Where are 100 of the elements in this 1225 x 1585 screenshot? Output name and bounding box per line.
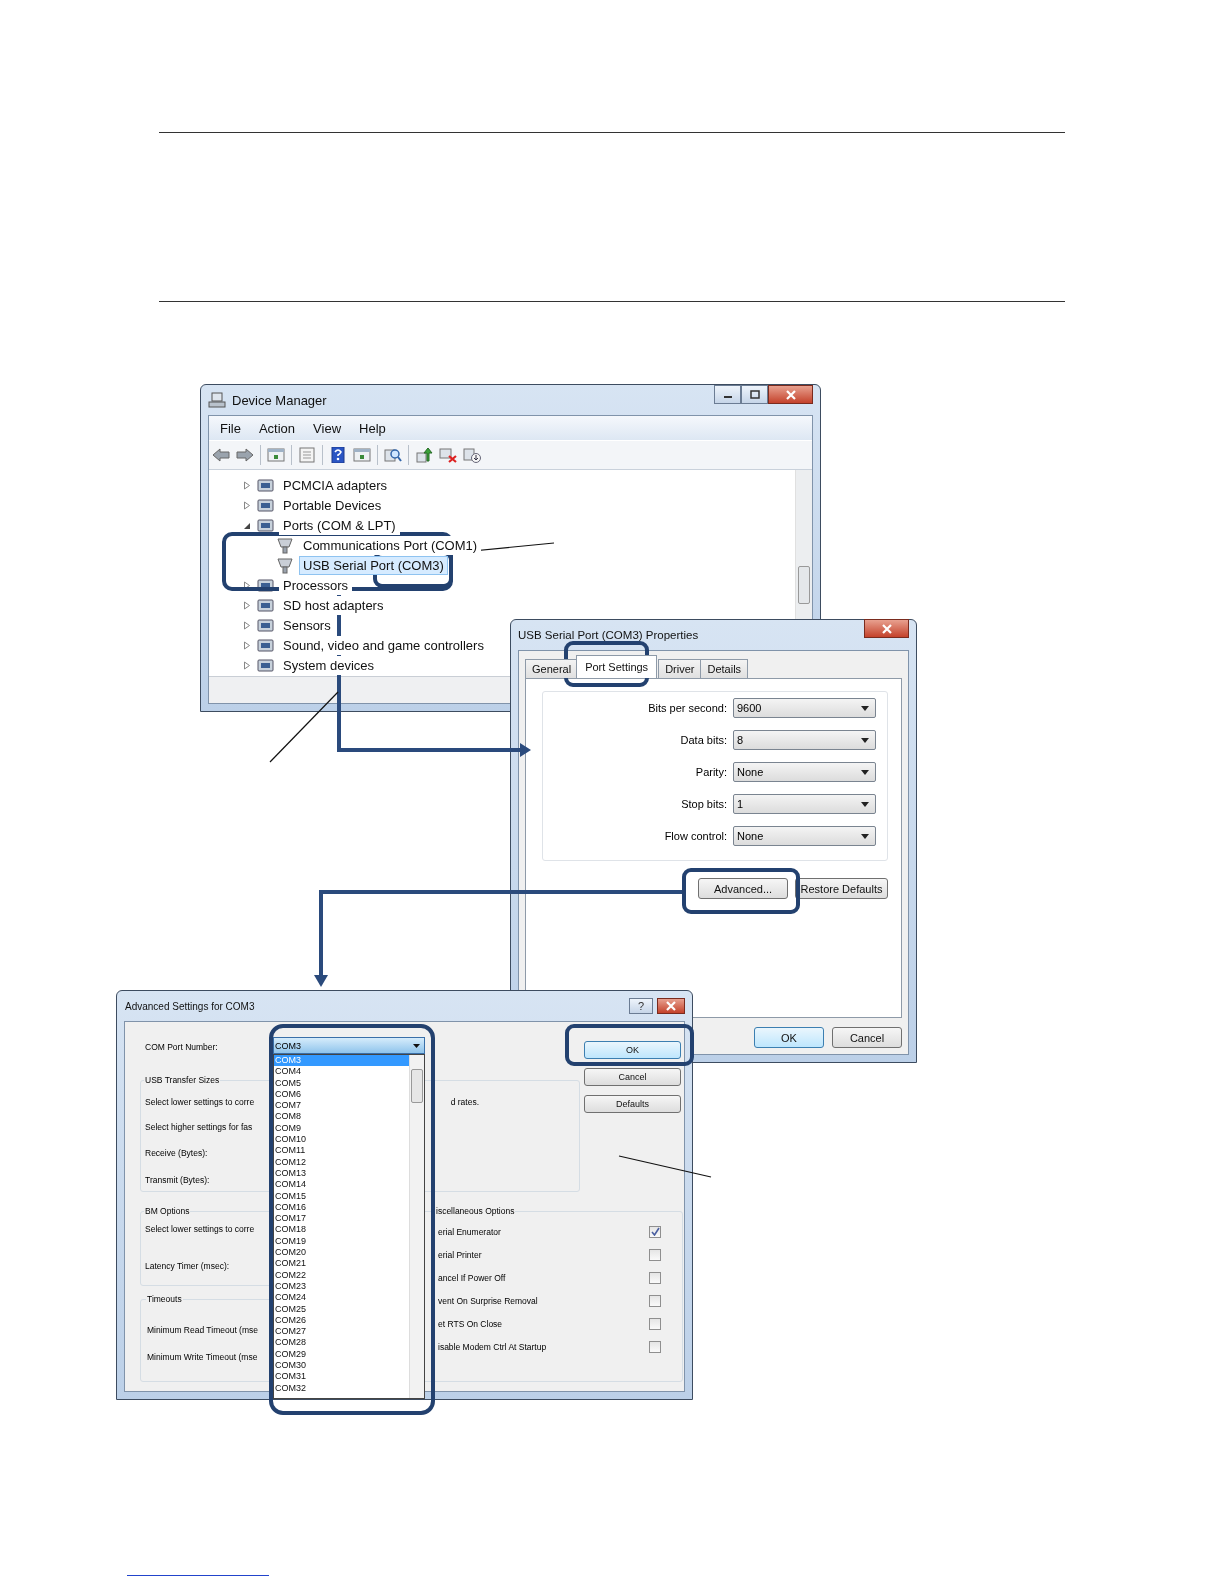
window-title: Advanced Settings for COM3: [125, 1000, 255, 1012]
field-label: Flow control:: [664, 830, 727, 842]
dropdown-option[interactable]: COM4: [274, 1066, 409, 1078]
dropdown-option[interactable]: COM20: [274, 1247, 409, 1259]
checkbox[interactable]: [649, 1248, 661, 1261]
dropdown-option[interactable]: COM5: [274, 1077, 409, 1089]
minimize-button[interactable]: [714, 385, 741, 404]
dropdown-option[interactable]: COM17: [274, 1213, 409, 1225]
dropdown-option[interactable]: COM24: [274, 1292, 409, 1304]
upload-icon[interactable]: [415, 447, 433, 463]
device-icon: [257, 517, 274, 533]
device-icon: [257, 597, 274, 613]
dialog-button[interactable]: Restore Defaults: [795, 878, 888, 899]
dropdown-option[interactable]: COM30: [274, 1360, 409, 1372]
dropdown-option[interactable]: COM19: [274, 1235, 409, 1248]
panel-icon[interactable]: [267, 447, 285, 463]
description-text: d rates.: [450, 1096, 479, 1107]
forward-icon[interactable]: [236, 447, 254, 463]
dropdown-field[interactable]: None: [733, 762, 876, 782]
download-icon[interactable]: [463, 447, 481, 463]
option-label: isable Modem Ctrl At Startup: [438, 1341, 547, 1352]
device-icon: [257, 617, 274, 633]
option-label: erial Enumerator: [438, 1226, 501, 1237]
dropdown-option[interactable]: COM7: [274, 1100, 409, 1112]
dropdown-field[interactable]: None: [733, 826, 876, 846]
dropdown-field[interactable]: COM3: [273, 1037, 425, 1054]
dropdown-option[interactable]: COM28: [274, 1337, 409, 1349]
checkbox[interactable]: [649, 1271, 661, 1284]
port-icon: [276, 536, 294, 554]
dropdown-option[interactable]: COM23: [274, 1280, 409, 1293]
option-label: et RTS On Close: [438, 1318, 503, 1329]
dropdown-option[interactable]: COM15: [274, 1190, 409, 1202]
dropdown-option[interactable]: COM25: [274, 1303, 409, 1315]
group-title: USB Transfer Sizes: [144, 1075, 221, 1085]
dropdown-field[interactable]: 1: [733, 794, 876, 814]
panel-icon[interactable]: [353, 447, 371, 463]
close-button[interactable]: [768, 385, 813, 404]
dropdown-option[interactable]: COM22: [274, 1269, 409, 1281]
dialog-button[interactable]: Advanced...: [698, 878, 788, 899]
close-icon: [880, 623, 893, 634]
back-icon[interactable]: [212, 447, 230, 463]
dropdown-option[interactable]: COM27: [274, 1326, 409, 1338]
caret-icon: [861, 833, 869, 839]
field-label: Latency Timer (msec):: [145, 1260, 230, 1271]
dropdown-option[interactable]: COM14: [274, 1179, 409, 1191]
menu-item[interactable]: Action: [249, 420, 305, 436]
menu-item[interactable]: File: [211, 420, 250, 436]
device-icon: [257, 657, 274, 673]
dropdown-option[interactable]: COM9: [274, 1122, 409, 1135]
close-button[interactable]: [864, 619, 909, 638]
option-label: ancel If Power Off: [438, 1272, 506, 1283]
dropdown-option[interactable]: COM16: [274, 1201, 409, 1214]
dropdown-option[interactable]: COM13: [274, 1167, 409, 1180]
dropdown-option[interactable]: COM32: [274, 1382, 409, 1394]
tab[interactable]: General: [525, 659, 579, 678]
checkbox[interactable]: [649, 1225, 661, 1238]
expand-arrow-icon[interactable]: [243, 580, 251, 590]
field-label: Stop bits:: [681, 798, 727, 810]
dialog-button[interactable]: OK: [754, 1027, 824, 1048]
dropdown-option[interactable]: COM18: [274, 1224, 409, 1236]
leader-line: [269, 691, 339, 763]
dropdown-option[interactable]: COM8: [274, 1111, 409, 1123]
device-icon: [257, 477, 274, 493]
dropdown-option[interactable]: COM11: [274, 1145, 409, 1157]
dialog-button[interactable]: Cancel: [832, 1027, 902, 1048]
tab[interactable]: Details: [700, 659, 749, 678]
close-icon: [784, 389, 797, 400]
maximize-button[interactable]: [741, 385, 768, 404]
checkbox[interactable]: [649, 1317, 661, 1330]
caret-icon: [861, 705, 869, 711]
tree-item[interactable]: USB Serial Port (COM3): [299, 555, 448, 575]
remove-icon[interactable]: [439, 447, 457, 463]
dropdown-option[interactable]: COM21: [274, 1258, 409, 1270]
dialog-button[interactable]: Cancel: [584, 1068, 681, 1086]
field-label: Receive (Bytes):: [145, 1147, 208, 1158]
magnifier-icon[interactable]: [384, 447, 402, 463]
dropdown-option[interactable]: COM6: [274, 1088, 409, 1101]
dropdown-field[interactable]: 8: [733, 730, 876, 750]
device-icon: [257, 497, 274, 513]
checkbox[interactable]: [649, 1294, 661, 1307]
dropdown-field[interactable]: 9600: [733, 698, 876, 718]
dropdown-option[interactable]: COM10: [274, 1134, 409, 1146]
menu-item[interactable]: Help: [350, 420, 395, 436]
menu-item[interactable]: View: [304, 420, 351, 436]
tab[interactable]: Port Settings: [576, 655, 658, 678]
dialog-button[interactable]: Defaults: [584, 1095, 681, 1113]
close-icon: [665, 1001, 677, 1011]
scrollbar[interactable]: [409, 1055, 424, 1398]
dropdown-option[interactable]: COM12: [274, 1156, 409, 1168]
dialog-button[interactable]: OK: [584, 1041, 681, 1059]
dropdown-option[interactable]: COM29: [274, 1348, 409, 1360]
dropdown-option[interactable]: COM31: [274, 1371, 409, 1383]
help-button[interactable]: ?: [629, 998, 653, 1014]
checkbox[interactable]: [649, 1340, 661, 1353]
field-label: Parity:: [695, 766, 727, 778]
tab[interactable]: Driver: [658, 659, 702, 678]
caret-icon: [861, 769, 869, 775]
close-button[interactable]: [657, 998, 685, 1014]
help-icon[interactable]: [329, 447, 347, 463]
dropdown-option[interactable]: COM26: [274, 1314, 409, 1327]
